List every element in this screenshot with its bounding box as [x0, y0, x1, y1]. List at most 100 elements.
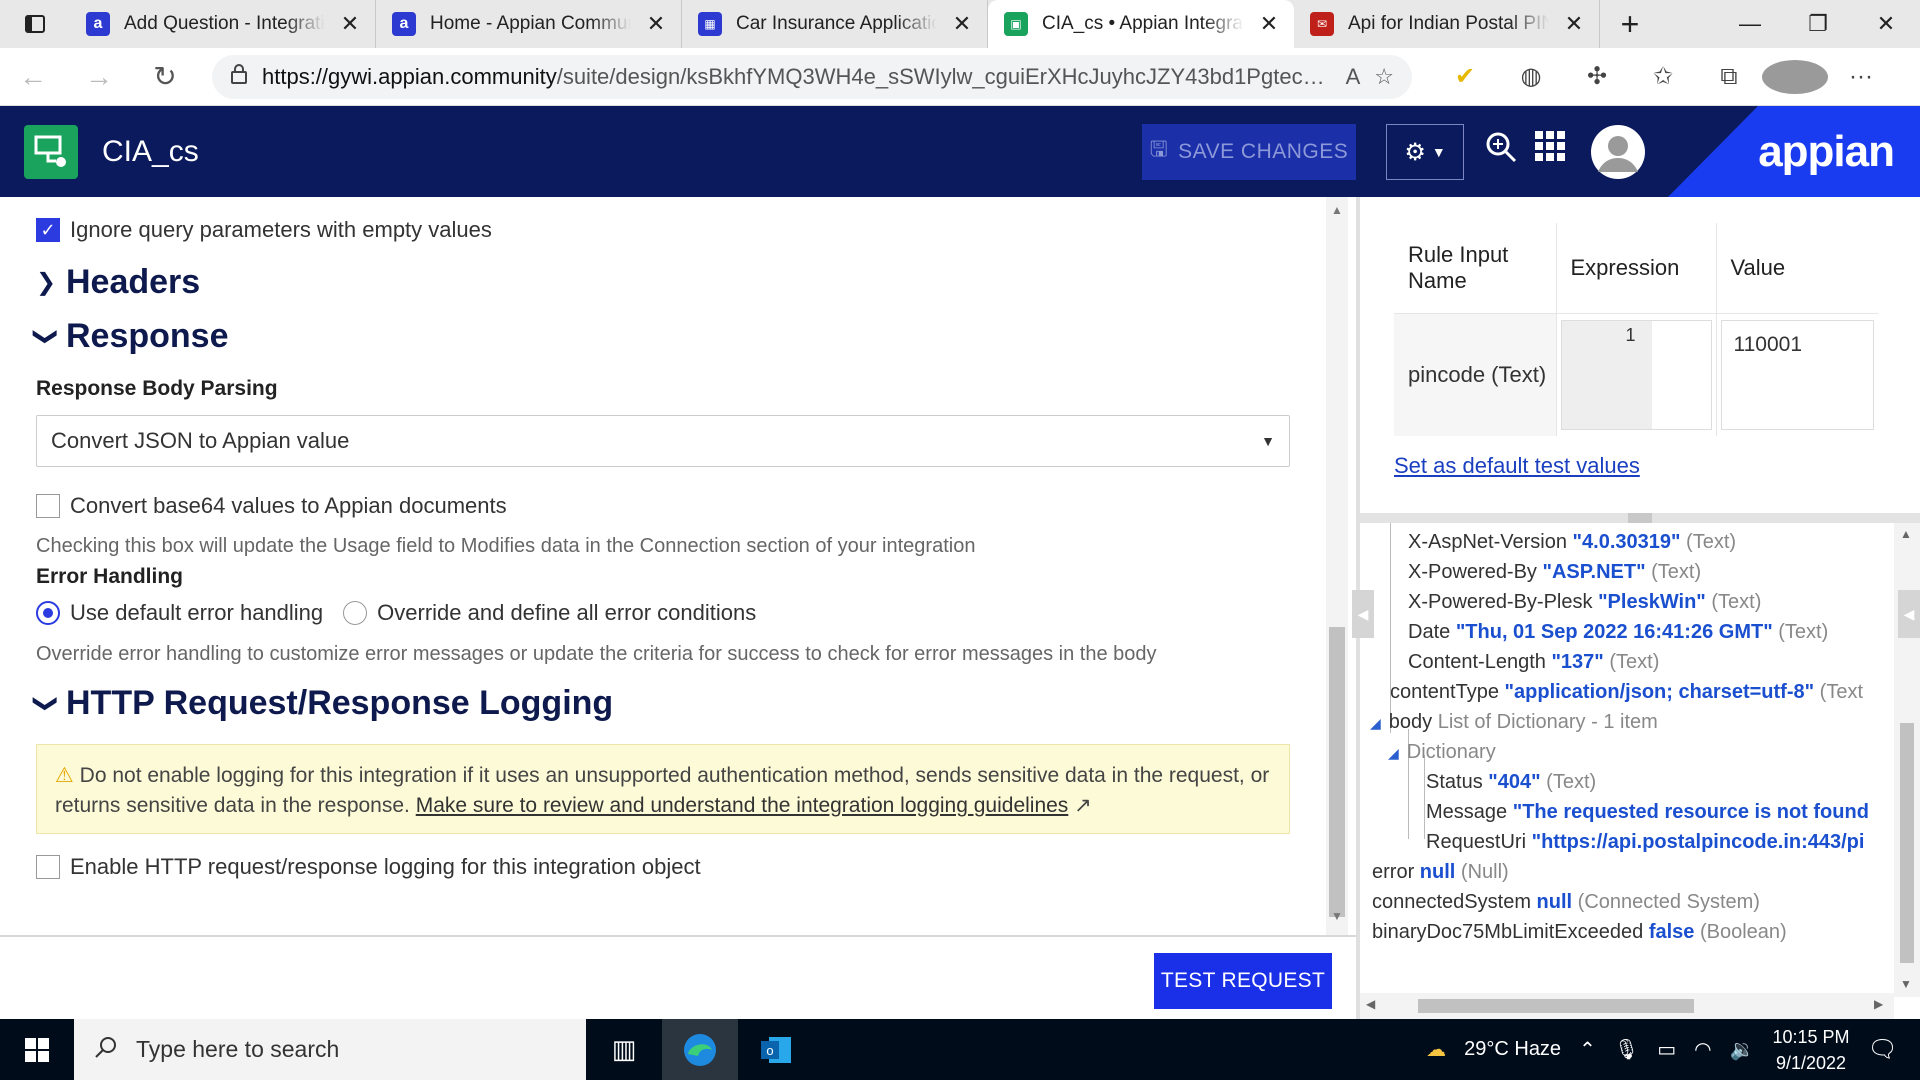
base64-checkbox[interactable] — [36, 494, 60, 518]
outlook-icon[interactable]: o — [738, 1019, 814, 1080]
collapse-right-icon[interactable]: ◀ — [1898, 590, 1920, 638]
edge-browser-icon[interactable] — [662, 1019, 738, 1080]
logging-enable-checkbox[interactable] — [36, 855, 60, 879]
refresh-icon[interactable]: ↻ — [132, 60, 198, 93]
logging-guidelines-link[interactable]: Make sure to review and understand the i… — [416, 794, 1069, 817]
minimize-icon[interactable]: — — [1716, 0, 1784, 48]
tracking-extension-icon[interactable]: ◍ — [1498, 60, 1564, 94]
collections-icon[interactable]: ⧉ — [1696, 60, 1762, 94]
forward-icon[interactable]: → — [66, 61, 132, 93]
scroll-up-icon[interactable]: ▲ — [1900, 527, 1912, 541]
save-icon: 🖫 — [1149, 137, 1169, 161]
base64-label: Convert base64 values to Appian document… — [70, 493, 507, 518]
app-grid-icon[interactable] — [1534, 130, 1566, 170]
browser-tab-1[interactable]: a Add Question - Integratio ✕ — [70, 0, 376, 48]
headers-section-toggle[interactable]: ❯ Headers — [36, 263, 200, 302]
clock[interactable]: 10:15 PM 9/1/2022 — [1772, 1024, 1849, 1076]
restore-icon[interactable]: ❐ — [1784, 0, 1852, 48]
splitter-handle-icon[interactable] — [1628, 513, 1652, 523]
scrollbar-thumb[interactable] — [1418, 999, 1694, 1013]
weather-text[interactable]: 29°C Haze — [1464, 1038, 1561, 1061]
browser-tab-2[interactable]: a Home - Appian Communit ✕ — [376, 0, 682, 48]
ignore-empty-params-label: Ignore query parameters with empty value… — [70, 217, 492, 242]
notifications-icon[interactable]: 🗨 — [1868, 1035, 1898, 1064]
windows-taskbar: Type here to search ▥ o ☁ 29°C Haze ⌃ 🎙 … — [0, 1019, 1920, 1080]
external-link-icon[interactable]: ↗ — [1074, 794, 1092, 817]
scroll-right-icon[interactable]: ▶ — [1874, 997, 1883, 1011]
expression-header: Expression — [1556, 223, 1717, 314]
more-menu-icon[interactable]: ··· — [1828, 60, 1894, 94]
norton-extension-icon[interactable]: ✔ — [1432, 60, 1498, 94]
address-bar: ← → ↻ https://gywi.appian.community/suit… — [0, 48, 1920, 106]
left-panel-scrollbar[interactable]: ▲ ▼ — [1326, 197, 1348, 937]
scroll-down-icon[interactable]: ▼ — [1900, 977, 1912, 991]
browser-toolbar: ✔ ◍ ✣ ✩ ⧉ ··· — [1432, 59, 1894, 94]
close-tab-icon[interactable]: ✕ — [645, 11, 667, 37]
dropdown-selected-value: Convert JSON to Appian value — [51, 428, 350, 453]
profile-icon[interactable] — [1762, 59, 1828, 94]
logging-warning-banner: ⚠ Do not enable logging for this integra… — [36, 744, 1290, 834]
results-splitter[interactable] — [1360, 513, 1920, 523]
tab-title: Api for Indian Postal PIN C — [1348, 13, 1549, 34]
scroll-left-icon[interactable]: ◀ — [1366, 997, 1375, 1011]
results-horizontal-scrollbar[interactable]: ◀ ▶ — [1360, 993, 1894, 1019]
back-icon[interactable]: ← — [0, 61, 66, 93]
test-value-input[interactable]: 110001 — [1720, 319, 1874, 430]
base64-row[interactable]: Convert base64 values to Appian document… — [36, 493, 507, 519]
response-body-parsing-dropdown[interactable]: Convert JSON to Appian value ▼ — [36, 415, 1290, 467]
scroll-down-icon[interactable]: ▼ — [1326, 909, 1348, 923]
tab-actions-icon[interactable] — [0, 0, 70, 48]
close-tab-icon[interactable]: ✕ — [1563, 11, 1585, 37]
wifi-icon[interactable]: ◠ — [1694, 1037, 1711, 1062]
volume-icon[interactable]: 🔉 — [1730, 1037, 1755, 1062]
task-view-icon[interactable]: ▥ — [586, 1019, 662, 1080]
collapse-left-icon[interactable]: ◀ — [1352, 590, 1374, 638]
scrollbar-thumb[interactable] — [1329, 627, 1345, 917]
favorites-icon[interactable]: ✩ — [1630, 60, 1696, 94]
set-default-test-values-link[interactable]: Set as default test values — [1394, 453, 1640, 479]
extensions-icon[interactable]: ✣ — [1564, 60, 1630, 94]
read-aloud-icon[interactable]: A — [1346, 64, 1361, 90]
result-row: RequestUri "https://api.postalpincode.in… — [1426, 831, 1865, 853]
scroll-up-icon[interactable]: ▲ — [1326, 203, 1348, 217]
user-avatar[interactable] — [1590, 124, 1646, 188]
ignore-empty-params-row[interactable]: ✓ Ignore query parameters with empty val… — [36, 217, 492, 243]
override-error-radio[interactable] — [343, 601, 368, 625]
logging-section-toggle[interactable]: ❯ HTTP Request/Response Logging — [33, 684, 614, 723]
battery-icon[interactable]: ▭ — [1657, 1037, 1676, 1062]
object-search-icon[interactable] — [1484, 130, 1518, 172]
result-row-expandable[interactable]: ◢ Dictionary — [1388, 741, 1496, 764]
show-hidden-icons-icon[interactable]: ⌃ — [1579, 1037, 1596, 1062]
expand-triangle-icon[interactable]: ◢ — [1370, 715, 1381, 731]
microphone-icon[interactable]: 🎙 — [1614, 1037, 1639, 1062]
settings-menu-button[interactable]: ⚙ ▼ — [1386, 124, 1464, 180]
expand-triangle-icon[interactable]: ◢ — [1388, 745, 1399, 761]
url-field[interactable]: https://gywi.appian.community/suite/desi… — [212, 54, 1412, 99]
integration-favicon-icon: ▣ — [1004, 12, 1028, 36]
expression-editor[interactable]: 1 — [1560, 319, 1712, 430]
browser-tab-5[interactable]: ✉ Api for Indian Postal PIN C ✕ — [1294, 0, 1600, 48]
close-tab-icon[interactable]: ✕ — [1258, 11, 1280, 37]
favorite-add-icon[interactable]: ☆ — [1374, 64, 1394, 90]
ignore-empty-params-checkbox[interactable]: ✓ — [36, 218, 60, 242]
close-tab-icon[interactable]: ✕ — [951, 11, 973, 37]
test-request-button[interactable]: TEST REQUEST — [1154, 953, 1332, 1009]
windows-start-icon[interactable] — [0, 1037, 74, 1062]
taskbar-search-box[interactable]: Type here to search — [74, 1019, 586, 1080]
close-window-icon[interactable]: ✕ — [1852, 0, 1920, 48]
save-changes-button[interactable]: 🖫 SAVE CHANGES — [1142, 124, 1356, 180]
logging-title: HTTP Request/Response Logging — [66, 684, 614, 722]
scrollbar-thumb[interactable] — [1900, 723, 1914, 963]
rule-input-name-cell: pincode (Text) — [1394, 313, 1557, 436]
response-results-tree: X-AspNet-Version "4.0.30319" (Text) X-Po… — [1360, 523, 1894, 993]
close-tab-icon[interactable]: ✕ — [339, 11, 361, 37]
browser-tab-3[interactable]: ▦ Car Insurance Application ✕ — [682, 0, 988, 48]
browser-tab-4-active[interactable]: ▣ CIA_cs • Appian Integratio ✕ — [988, 0, 1294, 48]
default-error-radio[interactable] — [36, 601, 60, 625]
response-section-toggle[interactable]: ❯ Response — [33, 317, 229, 356]
result-row: X-AspNet-Version "4.0.30319" (Text) — [1408, 531, 1737, 553]
result-row-expandable[interactable]: ◢ body List of Dictionary - 1 item — [1370, 711, 1658, 734]
weather-icon[interactable]: ☁ — [1426, 1037, 1446, 1062]
new-tab-button[interactable]: + — [1600, 0, 1660, 48]
logging-enable-row[interactable]: Enable HTTP request/response logging for… — [36, 854, 701, 880]
